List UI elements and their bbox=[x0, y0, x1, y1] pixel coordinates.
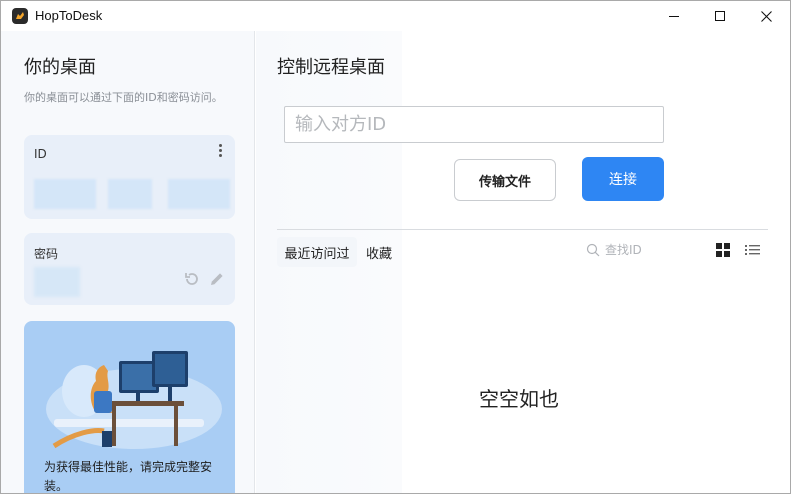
connect-button[interactable]: 连接 bbox=[582, 157, 664, 201]
your-desktop-description: 你的桌面可以通过下面的ID和密码访问。 bbox=[24, 91, 223, 104]
your-desktop-panel: 你的桌面 你的桌面可以通过下面的ID和密码访问。 ID 密码 为获得最佳性能，请… bbox=[1, 31, 255, 493]
tab-favorites[interactable]: 收藏 bbox=[366, 237, 392, 267]
minimize-button[interactable] bbox=[651, 1, 697, 31]
remote-id-input[interactable] bbox=[284, 106, 664, 143]
window-title: HopToDesk bbox=[35, 8, 103, 23]
divider bbox=[277, 229, 768, 230]
grid-view-icon[interactable] bbox=[716, 243, 730, 257]
full-install-message: 为获得最佳性能，请完成完整安装。 bbox=[44, 460, 213, 493]
empty-state-text: 空空如也 bbox=[479, 387, 559, 411]
edit-password-icon[interactable] bbox=[209, 271, 225, 287]
app-window: HopToDesk 你的桌面 你的桌面可以通过下面的ID和密码访问。 ID 密码 bbox=[0, 0, 791, 494]
password-value-redacted bbox=[34, 267, 80, 297]
remote-control-title: 控制远程桌面 bbox=[277, 57, 385, 78]
refresh-password-icon[interactable] bbox=[184, 271, 200, 287]
minimize-icon bbox=[668, 15, 679, 17]
password-card: 密码 bbox=[24, 233, 235, 305]
password-label: 密码 bbox=[34, 247, 59, 261]
desk-illustration bbox=[46, 351, 222, 449]
list-view-icon[interactable] bbox=[745, 243, 760, 257]
app-logo-icon bbox=[12, 8, 28, 24]
remote-control-panel: 控制远程桌面 传输文件 连接 最近访问过 收藏 查找ID 空空如也 bbox=[256, 31, 790, 493]
close-button[interactable] bbox=[743, 1, 789, 31]
full-install-promo[interactable]: 为获得最佳性能，请完成完整安装。 bbox=[24, 321, 235, 493]
tab-recent-sessions[interactable]: 最近访问过 bbox=[277, 237, 357, 267]
your-desktop-title: 你的桌面 bbox=[24, 57, 96, 78]
id-card: ID bbox=[24, 135, 235, 219]
search-placeholder: 查找ID bbox=[605, 243, 642, 257]
id-label: ID bbox=[34, 147, 47, 161]
more-options-icon[interactable] bbox=[217, 144, 223, 160]
title-bar[interactable]: HopToDesk bbox=[1, 1, 790, 31]
maximize-button[interactable] bbox=[697, 1, 743, 31]
maximize-icon bbox=[714, 10, 725, 21]
close-icon bbox=[760, 10, 772, 22]
search-icon bbox=[586, 243, 600, 256]
transfer-file-button[interactable]: 传输文件 bbox=[454, 159, 556, 201]
search-id-field[interactable]: 查找ID bbox=[586, 241, 642, 258]
